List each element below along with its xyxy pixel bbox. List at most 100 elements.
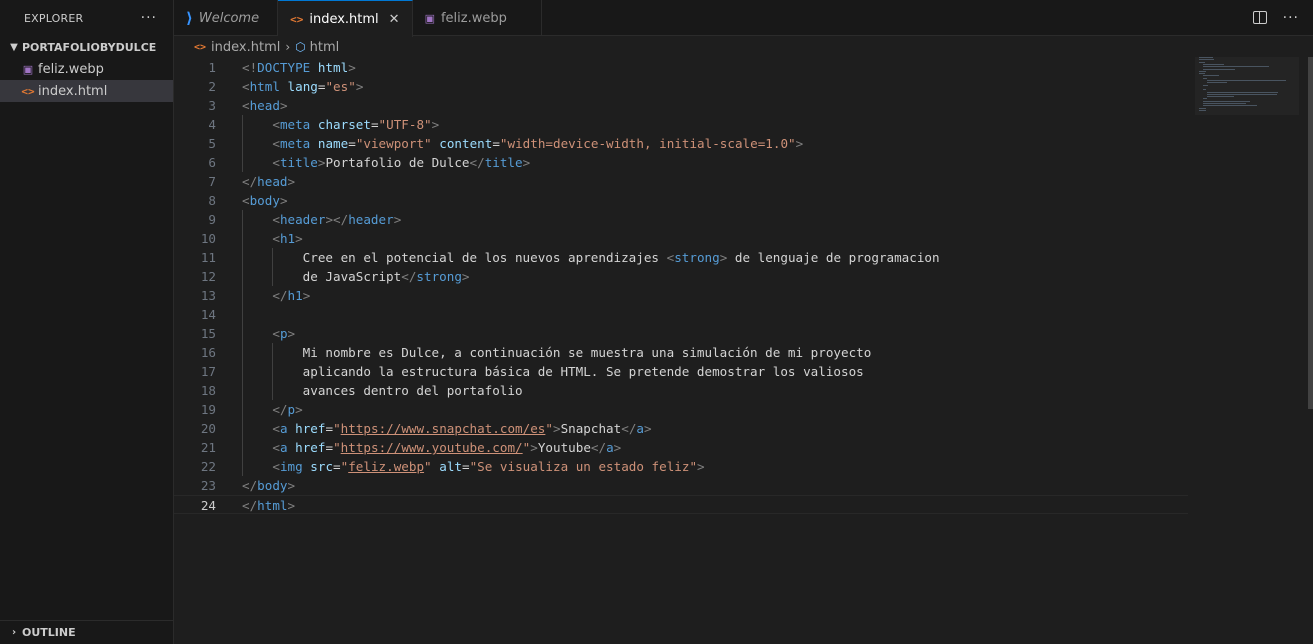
more-actions-button[interactable]: ··· xyxy=(1283,10,1299,26)
code-token: " xyxy=(333,421,341,436)
code-text: avances dentro del portafolio xyxy=(242,381,523,400)
line-number: 6 xyxy=(208,155,216,170)
code-token: </ xyxy=(242,478,258,493)
code-token: </ xyxy=(469,155,485,170)
code-token: </ xyxy=(621,421,637,436)
code-line[interactable]: 9 <header></header> xyxy=(174,210,1188,229)
code-text: <img src="feliz.webp" alt="Se visualiza … xyxy=(242,457,704,476)
code-token: a xyxy=(636,421,644,436)
code-line[interactable]: 24 </html> xyxy=(174,495,1188,514)
code-token: feliz.webp xyxy=(348,459,425,474)
explorer-sidebar: EXPLORER ··· ▼ PORTAFOLIOBYDULCE ▣ feliz… xyxy=(0,0,174,644)
code-line[interactable]: 15 <p> xyxy=(174,324,1188,343)
code-token: p xyxy=(287,402,296,417)
line-number: 4 xyxy=(208,117,216,132)
line-number: 8 xyxy=(208,193,216,208)
file-item-label: index.html xyxy=(38,83,108,99)
code-token: <! xyxy=(242,60,258,75)
code-line[interactable]: 3 <head> xyxy=(174,96,1188,115)
code-token: < xyxy=(242,193,250,208)
symbol-element-icon: ⬡ xyxy=(295,40,306,54)
file-item-feliz-webp[interactable]: ▣ feliz.webp xyxy=(0,58,173,80)
minimap-line xyxy=(1202,68,1236,70)
code-line[interactable]: 23 </body> xyxy=(174,476,1188,495)
breadcrumb-symbol[interactable]: html xyxy=(310,40,340,55)
code-token: Portafolio de Dulce xyxy=(325,155,470,170)
code-line[interactable]: 11 Cree en el potencial de los nuevos ap… xyxy=(174,248,1188,267)
code-line[interactable]: 20 <a href="https://www.snapchat.com/es"… xyxy=(174,419,1188,438)
tab-welcome[interactable]: ⟩ Welcome xyxy=(174,0,279,36)
code-token: > xyxy=(302,288,311,303)
code-token: < xyxy=(272,231,280,246)
code-token: ></ xyxy=(325,212,349,227)
code-line[interactable]: 16 Mi nombre es Dulce, a continuación se… xyxy=(174,343,1188,362)
tab-feliz-webp[interactable]: ▣ feliz.webp xyxy=(413,0,542,36)
code-line[interactable]: 22 <img src="feliz.webp" alt="Se visuali… xyxy=(174,457,1188,476)
code-token: > xyxy=(279,98,288,113)
minimap[interactable] xyxy=(1199,57,1299,117)
code-line[interactable]: 17 aplicando la estructura básica de HTM… xyxy=(174,362,1188,381)
code-token: > xyxy=(287,326,296,341)
code-text: aplicando la estructura básica de HTML. … xyxy=(242,362,864,381)
line-number: 9 xyxy=(208,212,216,227)
code-editor[interactable]: 1 <!DOCTYPE html> 2 <html lang="es"> 3 <head>… xyxy=(174,57,1313,644)
code-line[interactable]: 19 </p> xyxy=(174,400,1188,419)
editor-scrollbar[interactable] xyxy=(1308,57,1313,409)
minimap-line xyxy=(1202,75,1219,77)
file-item-label: feliz.webp xyxy=(38,61,104,77)
indent-guide xyxy=(272,248,274,286)
minimap-line xyxy=(1206,91,1278,93)
outline-section-header[interactable]: › OUTLINE xyxy=(0,620,173,644)
code-token: alt xyxy=(439,459,462,474)
code-line[interactable]: 13 </h1> xyxy=(174,286,1188,305)
code-line[interactable]: 5 <meta name="viewport" content="width=d… xyxy=(174,134,1188,153)
file-item-index-html[interactable]: <> index.html xyxy=(0,80,173,102)
tab-index-html[interactable]: <> index.html ✕ xyxy=(278,0,413,37)
line-number: 19 xyxy=(200,402,216,417)
code-line[interactable]: 10 <h1> xyxy=(174,229,1188,248)
code-token: </ xyxy=(242,174,258,189)
chevron-right-icon: › xyxy=(11,627,17,638)
code-token: < xyxy=(242,79,250,94)
code-line[interactable]: 2 <html lang="es"> xyxy=(174,77,1188,96)
code-token: > xyxy=(522,155,531,170)
chevron-right-icon: › xyxy=(285,40,291,54)
code-line[interactable]: 1 <!DOCTYPE html> xyxy=(174,58,1188,77)
code-text: <body> xyxy=(242,191,288,210)
code-line[interactable]: 21 <a href="https://www.youtube.com/">Yo… xyxy=(174,438,1188,457)
explorer-title: EXPLORER xyxy=(24,11,84,25)
code-token: = xyxy=(325,421,334,436)
code-line[interactable]: 12 de JavaScript</strong> xyxy=(174,267,1188,286)
indent-guide xyxy=(242,115,243,172)
code-token: header xyxy=(348,212,394,227)
line-number: 1 xyxy=(208,60,216,75)
code-token: < xyxy=(272,155,280,170)
code-line[interactable]: 7 </head> xyxy=(174,172,1188,191)
explorer-more-actions-button[interactable]: ··· xyxy=(141,10,157,26)
breadcrumb-file[interactable]: index.html xyxy=(211,40,280,55)
code-token: meta xyxy=(279,136,311,151)
line-number: 2 xyxy=(208,79,216,94)
minimap-line xyxy=(1206,96,1235,98)
code-token: < xyxy=(272,459,280,474)
code-token: header xyxy=(279,212,326,227)
folder-header[interactable]: ▼ PORTAFOLIOBYDULCE xyxy=(0,36,173,58)
code-token: </ xyxy=(272,402,288,417)
code-line[interactable]: 4 <meta charset="UTF-8"> xyxy=(174,115,1188,134)
code-token: DOCTYPE xyxy=(257,60,311,75)
code-line[interactable]: 14 xyxy=(174,305,1188,324)
code-token: </ xyxy=(590,440,607,455)
split-editor-icon[interactable] xyxy=(1252,11,1267,24)
code-line[interactable]: 8 <body> xyxy=(174,191,1188,210)
code-line[interactable]: 18 avances dentro del portafolio xyxy=(174,381,1188,400)
code-token: "width=device-width, initial-scale=1.0" xyxy=(499,136,796,151)
code-line[interactable]: 6 <title>Portafolio de Dulce</title> xyxy=(174,153,1188,172)
minimap-line xyxy=(1199,59,1215,61)
code-text: </body> xyxy=(242,476,295,495)
vscode-icon: ⟩ xyxy=(186,9,193,27)
close-icon[interactable]: ✕ xyxy=(389,12,400,27)
